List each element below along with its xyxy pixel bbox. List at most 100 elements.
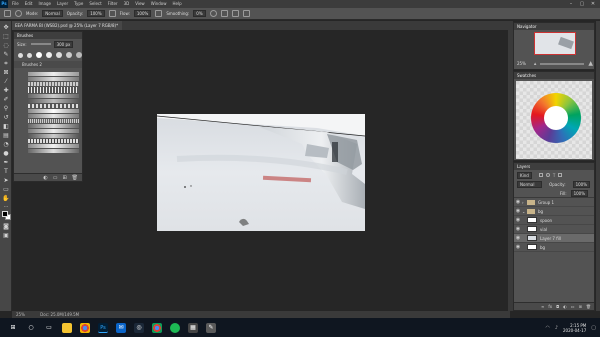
menu-file[interactable]: File xyxy=(12,0,19,8)
menu-layer[interactable]: Layer xyxy=(57,0,68,8)
filter-shape-icon[interactable] xyxy=(558,173,563,177)
recent-brush-icon[interactable] xyxy=(36,52,42,58)
layer-fill-field[interactable]: 100% xyxy=(570,189,588,197)
notifications-icon[interactable]: ▢ xyxy=(591,325,596,331)
brush-size-slider[interactable] xyxy=(30,43,51,45)
brush-preset-icon[interactable] xyxy=(4,10,11,17)
layer-filter-kind-select[interactable]: Kind xyxy=(517,171,532,179)
recent-brush-icon[interactable] xyxy=(46,52,52,58)
flow-field[interactable]: 100% xyxy=(133,10,152,17)
menu-image[interactable]: Image xyxy=(38,0,51,8)
quick-mask-icon[interactable]: ◙ xyxy=(2,223,10,230)
visibility-eye-icon[interactable]: ◉ xyxy=(514,199,522,205)
visibility-eye-icon[interactable]: ◉ xyxy=(514,208,522,214)
maximize-icon[interactable]: ▢ xyxy=(577,0,587,8)
type-tool-icon[interactable]: T xyxy=(2,168,10,175)
task-view-icon[interactable]: ▭ xyxy=(44,323,54,333)
visibility-eye-icon[interactable]: ◉ xyxy=(514,235,522,241)
link-layers-icon[interactable]: ∞ xyxy=(541,304,544,309)
layer-style-fx-icon[interactable]: fx xyxy=(548,304,552,309)
filter-adjustment-icon[interactable] xyxy=(545,173,550,177)
pen-tool-icon[interactable]: ✒ xyxy=(2,159,10,166)
layer-row-group-1[interactable]: ◉ › Group 1 xyxy=(514,198,594,207)
screen-mode-icon[interactable]: ▣ xyxy=(2,232,10,239)
foreground-color-swatch[interactable] xyxy=(2,211,8,217)
gradient-tool-icon[interactable]: ▤ xyxy=(2,132,10,139)
history-brush-tool-icon[interactable]: ↺ xyxy=(2,114,10,121)
start-windows-icon[interactable]: ⊞ xyxy=(8,323,18,333)
photoshop-taskbar-icon[interactable]: Ps xyxy=(98,322,108,333)
brush-stroke-preview[interactable] xyxy=(28,99,79,103)
smoothing-field[interactable]: 0% xyxy=(193,10,206,17)
brush-stroke-preview[interactable] xyxy=(28,94,79,98)
chrome-icon[interactable] xyxy=(80,322,90,333)
brush-stroke-preview[interactable] xyxy=(28,129,79,133)
recent-brush-icon[interactable] xyxy=(66,52,72,58)
mode-select[interactable]: Normal xyxy=(42,10,63,17)
brush-stroke-preview[interactable] xyxy=(28,109,79,113)
lasso-tool-icon[interactable]: ◌ xyxy=(2,42,10,49)
delete-layer-icon[interactable]: 🗑 xyxy=(586,304,591,309)
menu-edit[interactable]: Edit xyxy=(25,0,33,8)
volume-icon[interactable]: ♪ xyxy=(555,325,558,331)
recent-brush-icon[interactable] xyxy=(18,52,23,58)
steam-icon[interactable]: ◎ xyxy=(134,322,144,333)
visibility-eye-icon[interactable]: ◉ xyxy=(514,226,522,232)
layer-opacity-field[interactable]: 100% xyxy=(572,181,590,188)
layers-panel-tab[interactable]: Layers xyxy=(514,163,594,170)
hand-tool-icon[interactable]: ✋ xyxy=(2,195,10,202)
minimize-icon[interactable]: – xyxy=(566,0,576,8)
brush-preview-toggle-icon[interactable]: ◐ xyxy=(43,175,47,181)
brush-stroke-preview[interactable] xyxy=(28,77,79,81)
close-icon[interactable]: ✕ xyxy=(588,0,598,8)
add-mask-icon[interactable]: ◘ xyxy=(556,304,559,309)
menu-help[interactable]: Help xyxy=(172,0,181,8)
menu-select[interactable]: Select xyxy=(89,0,101,8)
move-tool-icon[interactable]: ✥ xyxy=(2,24,10,31)
brush-stroke-preview[interactable] xyxy=(28,82,79,86)
new-group-folder-icon[interactable]: ▭ xyxy=(53,175,58,181)
mail-icon[interactable]: ✉ xyxy=(116,322,126,333)
menu-3d[interactable]: 3D xyxy=(124,0,130,8)
brush-settings-icon[interactable] xyxy=(15,10,22,17)
brush-stroke-preview[interactable] xyxy=(28,149,79,153)
new-brush-icon[interactable]: ⊞ xyxy=(62,175,66,181)
document-tab[interactable]: EEA FARMA BI (WSB2).psd @ 25% (Layer 7 R… xyxy=(12,21,122,30)
eraser-tool-icon[interactable]: ◧ xyxy=(2,123,10,130)
layer-row-spoon[interactable]: ◉ spoon xyxy=(514,216,594,225)
path-select-tool-icon[interactable]: ➤ xyxy=(2,177,10,184)
navigator-zoom-value[interactable]: 25% xyxy=(517,61,526,66)
brush-stroke-preview[interactable] xyxy=(28,124,79,128)
new-group-icon[interactable]: ▭ xyxy=(571,304,575,309)
file-explorer-icon[interactable] xyxy=(62,322,72,333)
more-tools-icon[interactable]: … xyxy=(2,203,10,210)
new-layer-icon[interactable]: ⊞ xyxy=(579,304,582,309)
visibility-eye-icon[interactable]: ◉ xyxy=(514,217,522,223)
visibility-eye-icon[interactable]: ◉ xyxy=(514,244,522,250)
blur-tool-icon[interactable]: ◔ xyxy=(2,141,10,148)
zoom-out-icon[interactable]: ▴ xyxy=(534,61,537,67)
navigator-thumbnail[interactable] xyxy=(534,32,576,55)
brush-folder[interactable]: Brushes 2 xyxy=(14,61,82,68)
opacity-field[interactable]: 100% xyxy=(87,10,105,17)
brush-tool-icon[interactable]: ✐ xyxy=(2,96,10,103)
filter-type-icon[interactable]: T xyxy=(553,173,555,178)
layer-row-layer-7[interactable]: ◉ Layer 7 fill xyxy=(514,234,594,243)
status-doc-info[interactable]: Doc: 25.0M/149.5M xyxy=(40,312,79,317)
brush-angle-icon[interactable] xyxy=(220,10,228,17)
brush-stroke-preview[interactable] xyxy=(28,144,79,148)
pressure-size-icon[interactable] xyxy=(231,10,239,17)
filter-pixel-icon[interactable] xyxy=(538,173,543,177)
brushes-panel-tab[interactable]: Brushes xyxy=(14,32,82,39)
layer-row-vial[interactable]: ◉ vial xyxy=(514,225,594,234)
recent-brush-icon[interactable] xyxy=(56,52,62,58)
shape-tool-icon[interactable]: ▭ xyxy=(2,186,10,193)
menu-filter[interactable]: Filter xyxy=(108,0,118,8)
recent-brush-icon[interactable] xyxy=(27,52,32,58)
healing-brush-tool-icon[interactable]: ✚ xyxy=(2,87,10,94)
layer-row-bg-group[interactable]: ◉ ⌄ bg xyxy=(514,207,594,216)
recent-brush-icon[interactable] xyxy=(76,52,82,58)
menu-window[interactable]: Window xyxy=(151,0,167,8)
brush-stroke-preview[interactable] xyxy=(28,119,79,123)
spotify-icon[interactable] xyxy=(170,322,180,333)
